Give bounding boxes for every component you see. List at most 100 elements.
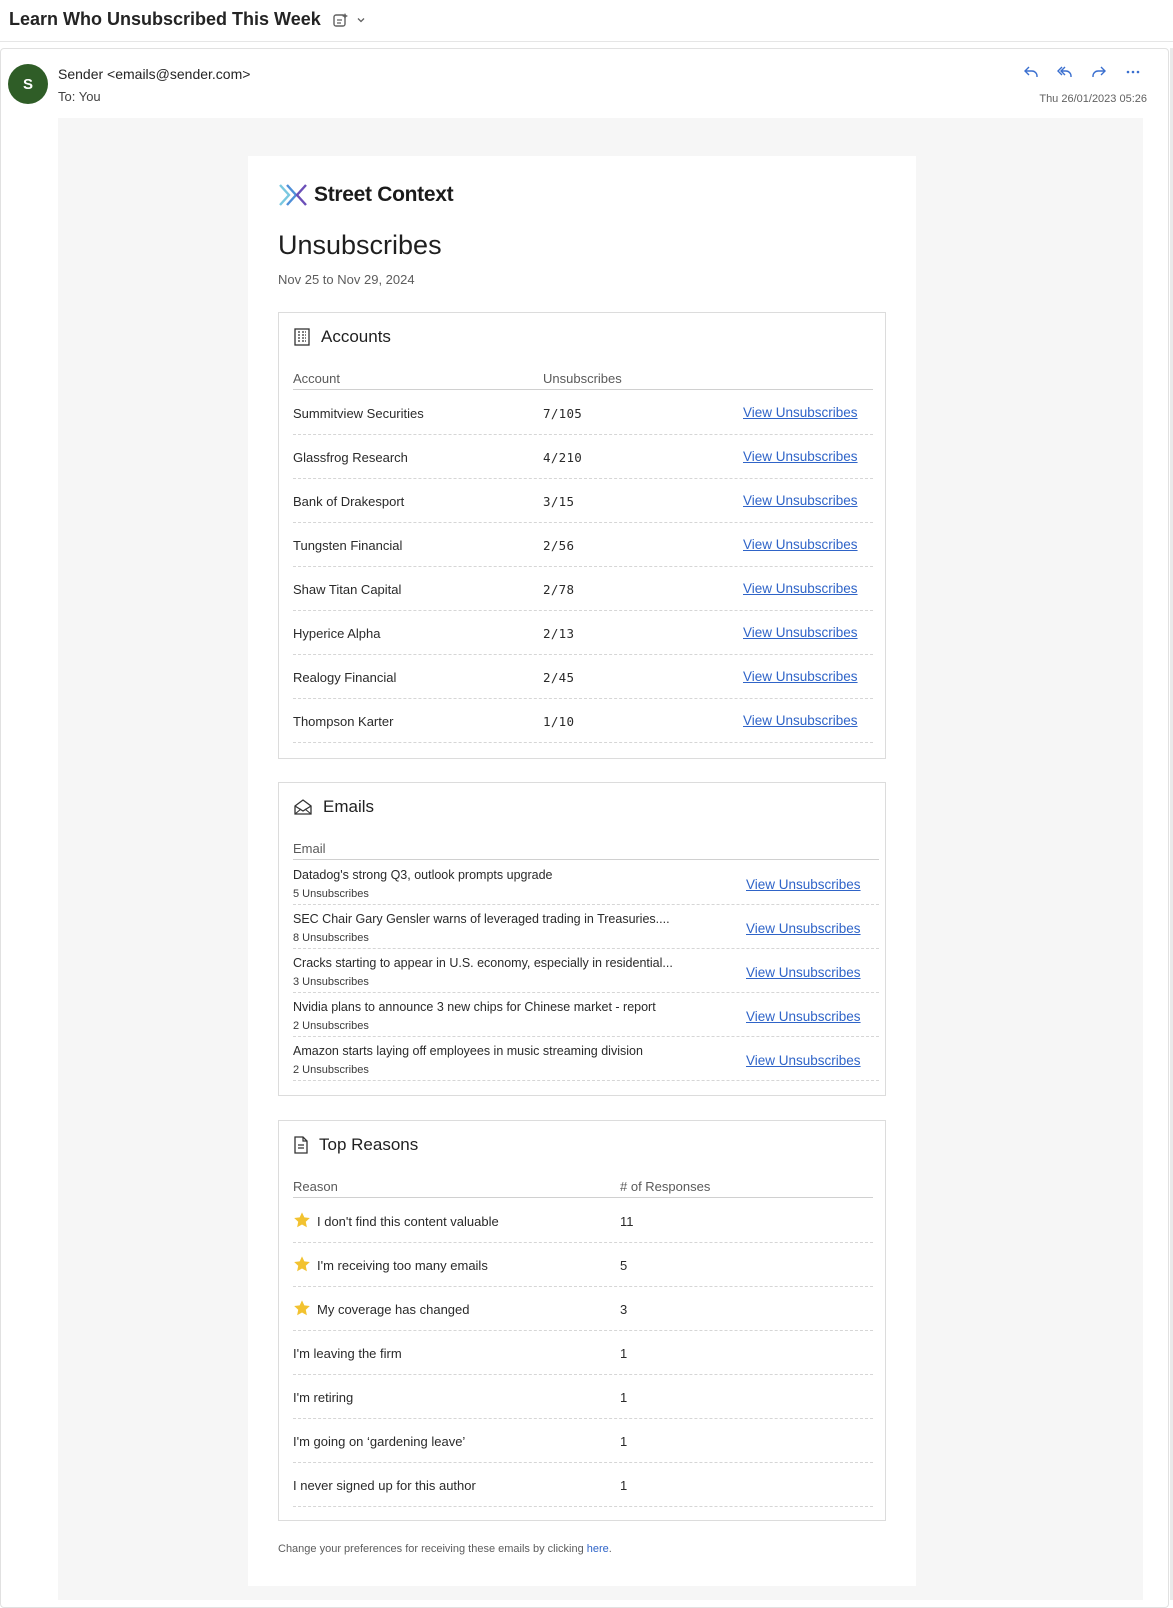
email-unsub-count: 5 Unsubscribes bbox=[293, 888, 369, 900]
header-divider bbox=[293, 389, 873, 390]
sender[interactable]: Sender <emails@sender.com> bbox=[58, 66, 250, 82]
account-unsub-count: 4/210 bbox=[543, 450, 583, 465]
account-name: Hyperice Alpha bbox=[293, 626, 381, 641]
email-unsub-count: 3 Unsubscribes bbox=[293, 976, 369, 988]
account-row: Bank of Drakesport 3/15 View Unsubscribes bbox=[293, 479, 873, 523]
email-unsub-count: 8 Unsubscribes bbox=[293, 932, 369, 944]
account-unsub-count: 2/78 bbox=[543, 582, 575, 597]
account-unsub-count: 2/45 bbox=[543, 670, 575, 685]
account-name: Bank of Drakesport bbox=[293, 494, 405, 509]
view-unsubscribes-link[interactable]: View Unsubscribes bbox=[746, 965, 861, 980]
street-context-logo-icon bbox=[279, 184, 307, 206]
chevron-down-icon[interactable] bbox=[356, 15, 366, 25]
view-unsubscribes-link[interactable]: View Unsubscribes bbox=[743, 669, 858, 684]
reason-row: I'm leaving the firm 1 bbox=[293, 1331, 873, 1375]
reason-text: I never signed up for this author bbox=[293, 1478, 476, 1493]
reply-all-icon[interactable] bbox=[1055, 62, 1075, 82]
more-icon[interactable] bbox=[1123, 62, 1143, 82]
view-unsubscribes-link[interactable]: View Unsubscribes bbox=[746, 1009, 861, 1024]
account-row: Shaw Titan Capital 2/78 View Unsubscribes bbox=[293, 567, 873, 611]
reason-row: I don't find this content valuable 11 bbox=[293, 1199, 873, 1243]
reason-row: My coverage has changed 3 bbox=[293, 1287, 873, 1331]
header-divider bbox=[293, 1197, 873, 1198]
footer-period: . bbox=[608, 1543, 612, 1555]
col-email: Email bbox=[293, 841, 326, 856]
subject-bar: Learn Who Unsubscribed This Week bbox=[0, 0, 1173, 42]
reason-text: I'm receiving too many emails bbox=[317, 1258, 488, 1273]
view-unsubscribes-link[interactable]: View Unsubscribes bbox=[746, 877, 861, 892]
reply-icon[interactable] bbox=[1021, 62, 1041, 82]
star-icon bbox=[293, 1211, 311, 1234]
email-title: Datadog's strong Q3, outlook prompts upg… bbox=[293, 868, 553, 882]
emails-panel: Emails Email Datadog's strong Q3, outloo… bbox=[278, 782, 886, 1096]
message-actions bbox=[1021, 62, 1143, 82]
subject-tools[interactable] bbox=[332, 11, 366, 29]
subject-title: Learn Who Unsubscribed This Week bbox=[9, 9, 321, 29]
account-row: Summitview Securities 7/105 View Unsubscri… bbox=[293, 391, 873, 435]
email-title: Amazon starts laying off employees in mu… bbox=[293, 1044, 643, 1058]
account-name: Glassfrog Research bbox=[293, 450, 408, 465]
view-unsubscribes-link[interactable]: View Unsubscribes bbox=[743, 493, 858, 508]
header-divider bbox=[293, 859, 879, 860]
summary-icon[interactable] bbox=[332, 11, 350, 29]
view-unsubscribes-link[interactable]: View Unsubscribes bbox=[743, 625, 858, 640]
account-name: Summitview Securities bbox=[293, 406, 424, 421]
view-unsubscribes-link[interactable]: View Unsubscribes bbox=[743, 449, 858, 464]
view-unsubscribes-link[interactable]: View Unsubscribes bbox=[746, 921, 861, 936]
reason-row: I never signed up for this author 1 bbox=[293, 1463, 873, 1507]
account-unsub-count: 7/105 bbox=[543, 406, 583, 421]
building-icon bbox=[294, 328, 310, 346]
reason-text: I'm leaving the firm bbox=[293, 1346, 402, 1361]
account-unsub-count: 1/10 bbox=[543, 714, 575, 729]
reasons-title: Top Reasons bbox=[319, 1135, 419, 1154]
view-unsubscribes-link[interactable]: View Unsubscribes bbox=[746, 1053, 861, 1068]
email-row: Cracks starting to appear in U.S. econom… bbox=[293, 949, 879, 993]
view-unsubscribes-link[interactable]: View Unsubscribes bbox=[743, 713, 858, 728]
accounts-heading: Accounts bbox=[293, 327, 391, 347]
footer-note: Change your preferences for receiving th… bbox=[278, 1543, 612, 1555]
view-unsubscribes-link[interactable]: View Unsubscribes bbox=[743, 537, 858, 552]
view-unsubscribes-link[interactable]: View Unsubscribes bbox=[743, 581, 858, 596]
report-date-range: Nov 25 to Nov 29, 2024 bbox=[278, 272, 415, 287]
email-row: SEC Chair Gary Gensler warns of leverage… bbox=[293, 905, 879, 949]
account-unsub-count: 3/15 bbox=[543, 494, 575, 509]
email-row: Datadog's strong Q3, outlook prompts upg… bbox=[293, 861, 879, 905]
account-row: Tungsten Financial 2/56 View Unsubscribes bbox=[293, 523, 873, 567]
email-title: Nvidia plans to announce 3 new chips for… bbox=[293, 1000, 656, 1014]
email-row: Nvidia plans to announce 3 new chips for… bbox=[293, 993, 879, 1037]
reason-text: I'm retiring bbox=[293, 1390, 354, 1405]
envelope-open-icon bbox=[294, 799, 312, 815]
recipient: To: You bbox=[58, 89, 101, 104]
reason-row: I'm going on ‘gardening leave’ 1 bbox=[293, 1419, 873, 1463]
emails-heading: Emails bbox=[293, 797, 374, 817]
email-unsub-count: 2 Unsubscribes bbox=[293, 1020, 369, 1032]
account-name: Realogy Financial bbox=[293, 670, 397, 685]
message-date: Thu 26/01/2023 05:26 bbox=[1039, 93, 1147, 105]
reason-text: My coverage has changed bbox=[317, 1302, 470, 1317]
reason-row: I'm receiving too many emails 5 bbox=[293, 1243, 873, 1287]
col-responses: # of Responses bbox=[620, 1179, 711, 1194]
forward-icon[interactable] bbox=[1089, 62, 1109, 82]
reason-response-count: 1 bbox=[620, 1478, 628, 1493]
reason-text: I don't find this content valuable bbox=[317, 1214, 499, 1229]
accounts-panel: Accounts Account Unsubscribes Summitview… bbox=[278, 312, 886, 759]
view-unsubscribes-link[interactable]: View Unsubscribes bbox=[743, 405, 858, 420]
reason-response-count: 1 bbox=[620, 1390, 628, 1405]
reason-response-count: 11 bbox=[620, 1214, 634, 1229]
brand-logo: Street Context bbox=[278, 183, 454, 207]
footer-text: Change your preferences for receiving th… bbox=[278, 1543, 587, 1555]
preferences-link[interactable]: here bbox=[587, 1543, 609, 1555]
email-title: SEC Chair Gary Gensler warns of leverage… bbox=[293, 912, 670, 926]
account-row: Hyperice Alpha 2/13 View Unsubscribes bbox=[293, 611, 873, 655]
col-account: Account bbox=[293, 371, 340, 386]
account-unsub-count: 2/13 bbox=[543, 626, 575, 641]
reasons-panel: Top Reasons Reason # of Responses I don'… bbox=[278, 1120, 886, 1521]
account-name: Tungsten Financial bbox=[293, 538, 403, 553]
document-icon bbox=[294, 1136, 308, 1154]
reason-response-count: 1 bbox=[620, 1434, 628, 1449]
reason-response-count: 3 bbox=[620, 1302, 628, 1317]
reason-text: I'm going on ‘gardening leave’ bbox=[293, 1434, 466, 1449]
avatar[interactable]: S bbox=[8, 64, 48, 104]
brand-name: Street Context bbox=[314, 183, 454, 206]
account-row: Thompson Karter 1/10 View Unsubscribes bbox=[293, 699, 873, 743]
